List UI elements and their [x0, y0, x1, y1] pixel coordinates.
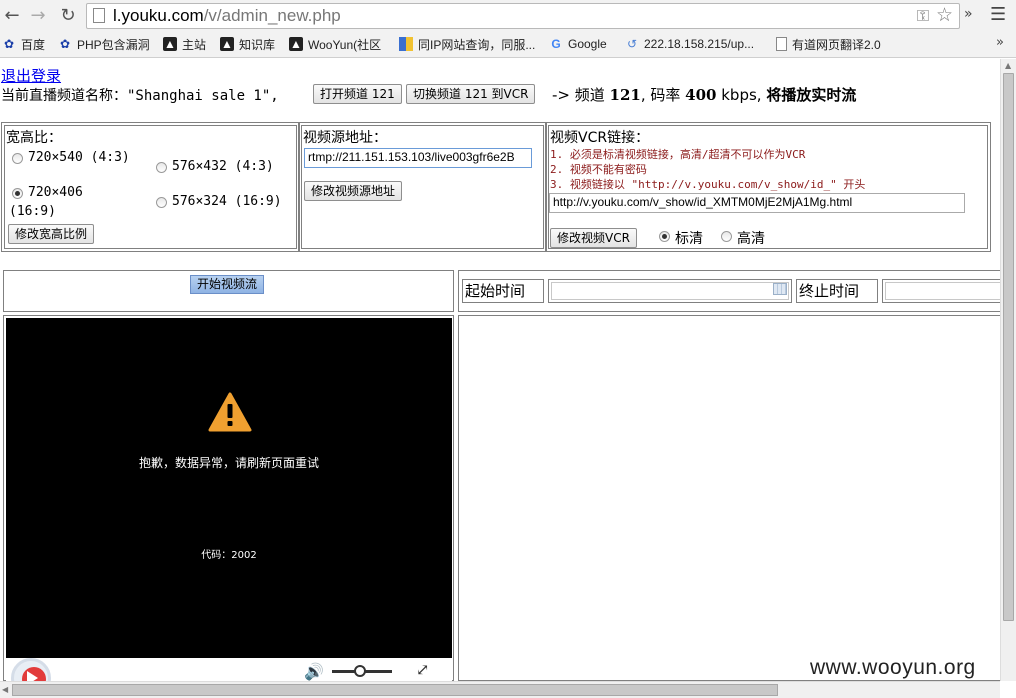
- address-bar[interactable]: l.youku.com/v/admin_new.php ⚿ ☆: [86, 3, 960, 29]
- quality-sd-option[interactable]: 标清: [659, 228, 703, 248]
- aspect-ratio-panel: 宽高比： 720×540 (4:3) 576×432 (4:3) 720×406…: [1, 122, 300, 252]
- radio-icon[interactable]: [156, 197, 167, 208]
- url-path: /v/admin_new.php: [203, 6, 341, 25]
- horizontal-scrollbar[interactable]: ◀: [0, 681, 1000, 698]
- start-time-label: 起始时间: [462, 279, 544, 303]
- start-time-input[interactable]: [551, 282, 789, 300]
- bookmarks-more-icon[interactable]: »: [996, 35, 1004, 50]
- bookmark-main-site[interactable]: ▲ 主站: [163, 35, 206, 53]
- end-time-label: 终止时间: [796, 279, 878, 303]
- start-time-cell: [548, 279, 792, 303]
- channel-status: -> 频道 121, 码率 400 kbps, 将播放实时流: [552, 86, 857, 104]
- radio-checked-icon[interactable]: [12, 188, 23, 199]
- content-cell-right: [458, 315, 1000, 681]
- paw-icon: ✿: [3, 37, 15, 51]
- radio-icon[interactable]: [156, 162, 167, 173]
- forward-arrow-icon[interactable]: →: [26, 4, 50, 28]
- warning-icon: [208, 392, 252, 432]
- radio-icon[interactable]: [721, 231, 732, 242]
- extensions-more-icon[interactable]: »: [964, 6, 973, 22]
- video-player[interactable]: 抱歉，数据异常，请刷新页面重试 代码：2002: [6, 318, 452, 658]
- url-text[interactable]: l.youku.com/v/admin_new.php: [113, 6, 341, 26]
- key-icon[interactable]: ⚿: [917, 6, 929, 26]
- video-source-input[interactable]: rtmp://211.151.153.103/live003gfr6e2B: [304, 148, 532, 168]
- bookmark-baidu[interactable]: ✿ 百度: [2, 35, 45, 53]
- video-source-title: 视频源地址：: [303, 130, 387, 146]
- url-host: l.youku.com: [113, 6, 204, 25]
- calendar-icon[interactable]: [773, 283, 787, 295]
- browser-chrome: ← → ↻ l.youku.com/v/admin_new.php ⚿ ☆ » …: [0, 0, 1016, 58]
- ratio-option-576x432[interactable]: 576×432 (4:3): [156, 159, 274, 174]
- end-time-input[interactable]: [885, 282, 1000, 300]
- player-control-bar: 🔊 ⤢: [6, 658, 452, 681]
- open-channel-button[interactable]: 打开频道 121: [313, 84, 402, 104]
- change-vcr-button[interactable]: 修改视频VCR: [550, 228, 637, 248]
- bookmarks-bar: ✿ 百度 ✿ PHP包含漏洞 ▲ 主站 ▲ 知识库 ▲ WooYun(社区 同IP网站查询…: [0, 32, 1016, 56]
- google-icon: G: [551, 37, 561, 51]
- horizontal-scroll-thumb[interactable]: [12, 684, 778, 696]
- bookmark-knowledge[interactable]: ▲ 知识库: [220, 35, 275, 53]
- change-ratio-button[interactable]: 修改宽高比例: [8, 224, 95, 244]
- volume-slider[interactable]: [332, 665, 392, 677]
- scroll-left-arrow-icon[interactable]: ◀: [2, 685, 8, 694]
- vcr-link-input[interactable]: http://v.youku.com/v_show/id_XMTM0MjE2Mj…: [549, 193, 965, 213]
- vcr-link-panel: 视频VCR链接： 1. 必须是标清视频链接，高清/超清不可以作为VCR 2. 视…: [545, 122, 991, 252]
- volume-slider-handle[interactable]: [353, 665, 366, 677]
- time-range-row: 起始时间 终止时间: [458, 270, 1000, 312]
- player-error-message: 抱歉，数据异常，请刷新页面重试: [138, 456, 319, 470]
- vertical-scroll-thumb[interactable]: [1003, 73, 1014, 621]
- video-player-cell: 抱歉，数据异常，请刷新页面重试 代码：2002 🔊 ⤢: [3, 315, 454, 681]
- vcr-note-3: 3. 视频链接以 "http://v.youku.com/v_show/id_"…: [550, 178, 866, 191]
- radio-icon[interactable]: [12, 153, 23, 164]
- change-source-button[interactable]: 修改视频源地址: [304, 181, 403, 201]
- stream-control-cell: 开始视频流: [3, 270, 454, 312]
- bookmark-page-icon: ▲: [220, 37, 234, 51]
- back-arrow-icon[interactable]: ←: [0, 4, 24, 28]
- fullscreen-icon[interactable]: ⤢: [416, 660, 429, 679]
- radio-checked-icon[interactable]: [659, 231, 670, 242]
- end-time-cell: [882, 279, 1000, 303]
- volume-icon[interactable]: 🔊: [304, 662, 324, 681]
- current-channel-name: 当前直播频道名称："Shanghai sale 1",: [1, 88, 279, 104]
- video-source-panel: 视频源地址： rtmp://211.151.153.103/live003gfr…: [298, 122, 547, 252]
- vcr-link-title: 视频VCR链接：: [550, 130, 650, 146]
- logout-link[interactable]: 退出登录: [1, 65, 61, 86]
- scroll-up-arrow-icon[interactable]: ▲: [1005, 61, 1011, 70]
- document-icon: [776, 37, 787, 51]
- player-error-code: 代码：2002: [201, 550, 257, 561]
- vcr-note-1: 1. 必须是标清视频链接，高清/超清不可以作为VCR: [550, 148, 806, 161]
- ratio-option-576x324[interactable]: 576×324 (16:9): [156, 194, 282, 209]
- bookmark-php-include[interactable]: ✿ PHP包含漏洞: [58, 35, 150, 53]
- bookmark-wooyun[interactable]: ▲ WooYun(社区: [289, 35, 381, 53]
- bookmark-google[interactable]: G Google: [549, 35, 606, 53]
- watermark: www.wooyun.org: [810, 656, 976, 679]
- play-icon[interactable]: [27, 671, 38, 681]
- page-icon: [93, 8, 105, 23]
- quality-hd-option[interactable]: 高清: [721, 228, 765, 248]
- bookmark-page-icon: ▲: [289, 37, 303, 51]
- ratio-option-720x540[interactable]: 720×540 (4:3): [12, 150, 130, 165]
- ratio-option-720x406-suffix: (16:9): [9, 204, 56, 219]
- bookmark-page-icon: ▲: [163, 37, 177, 51]
- ip-site-icon: [399, 37, 413, 51]
- page-content: 退出登录 当前直播频道名称："Shanghai sale 1", 打开频道 12…: [0, 59, 1000, 681]
- ratio-option-720x406[interactable]: 720×406: [12, 185, 83, 200]
- bookmark-same-ip[interactable]: 同IP网站查询，同服...: [399, 35, 535, 53]
- bookmark-ip-upload[interactable]: ↺ 222.18.158.215/up...: [625, 35, 754, 53]
- switch-channel-vcr-button[interactable]: 切换频道 121 到VCR: [406, 84, 536, 104]
- aspect-ratio-title: 宽高比：: [6, 130, 62, 146]
- hamburger-menu-icon[interactable]: ☰: [990, 4, 1006, 25]
- vcr-note-2: 2. 视频不能有密码: [550, 163, 647, 176]
- bookmark-youdao[interactable]: 有道网页翻译2.0: [776, 35, 881, 53]
- star-icon[interactable]: ☆: [936, 4, 953, 26]
- vertical-scrollbar[interactable]: ▲: [1000, 59, 1016, 681]
- reload-icon[interactable]: ↻: [56, 4, 80, 28]
- browser-toolbar: ← → ↻ l.youku.com/v/admin_new.php ⚿ ☆ » …: [0, 0, 1016, 32]
- loading-icon: ↺: [626, 37, 638, 51]
- start-stream-button[interactable]: 开始视频流: [190, 275, 265, 294]
- paw-icon: ✿: [59, 37, 71, 51]
